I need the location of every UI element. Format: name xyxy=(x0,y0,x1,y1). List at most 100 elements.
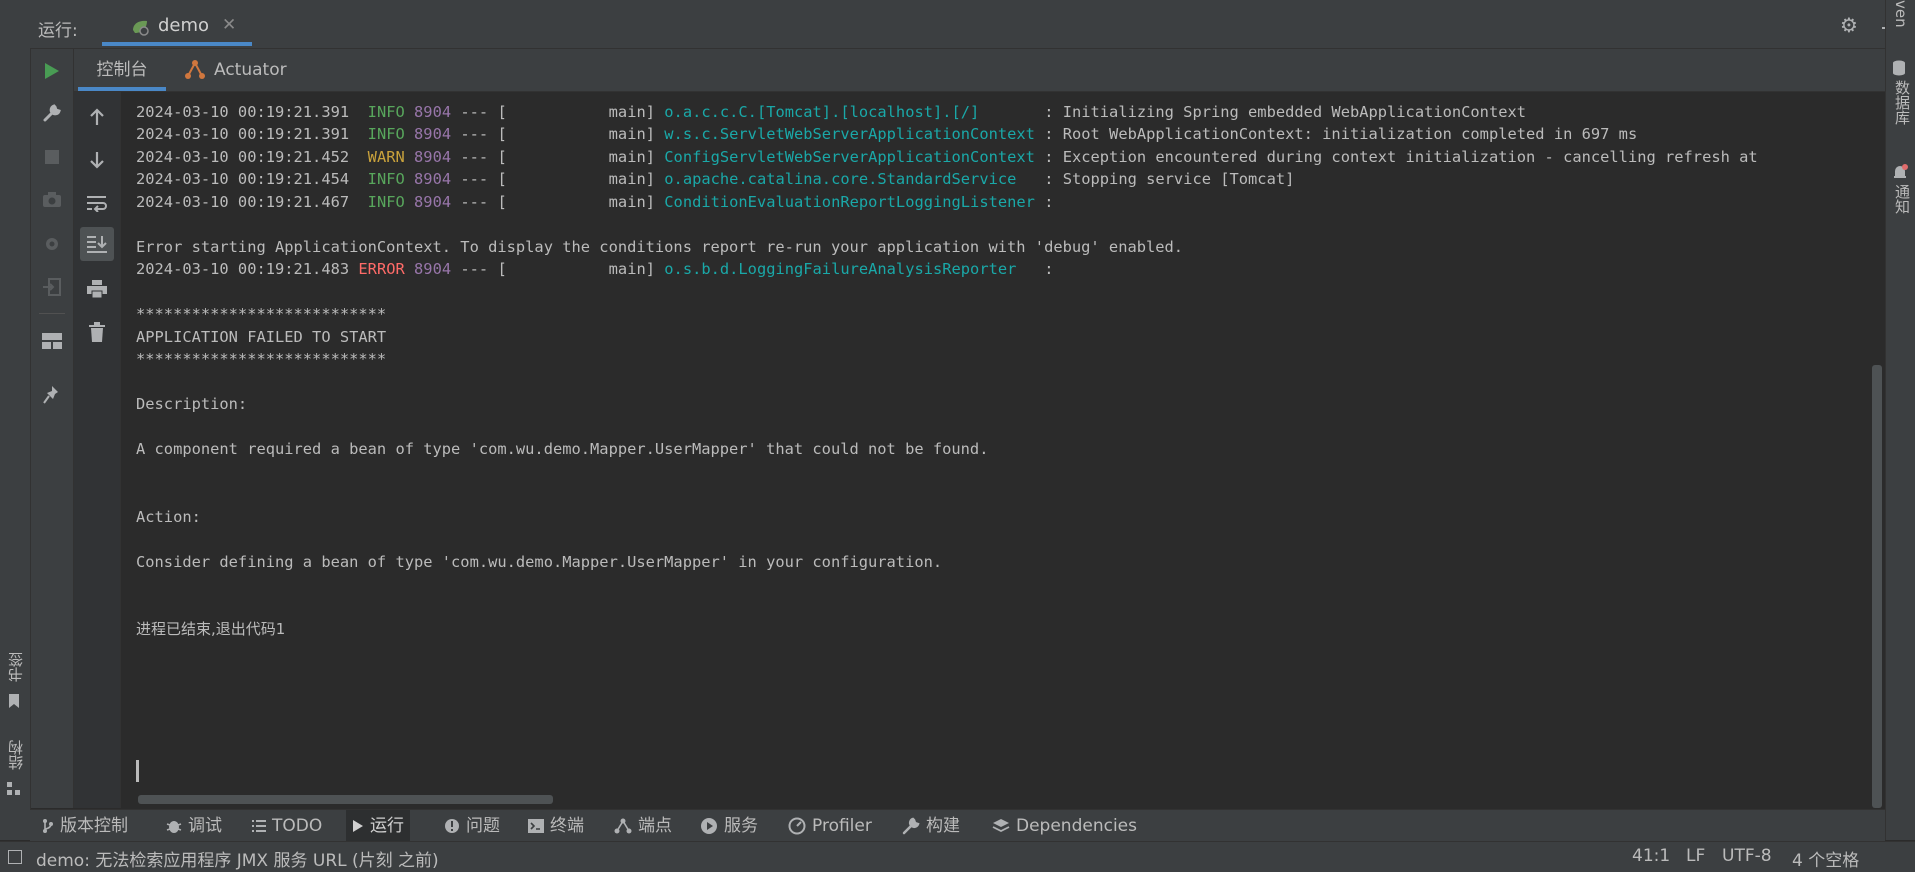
bug-icon xyxy=(166,821,182,833)
database-tab[interactable]: 数据库 xyxy=(1890,58,1914,138)
tool-terminal[interactable]: 终端 xyxy=(522,810,590,842)
settings-bug-icon xyxy=(46,238,58,250)
soft-wrap-icon xyxy=(87,196,107,212)
maven-tab-label: ven xyxy=(1892,0,1910,28)
services-icon xyxy=(701,818,717,834)
clear-all-button[interactable] xyxy=(85,320,109,344)
exit-code-line: 进程已结束,退出代码1 xyxy=(136,620,286,638)
toolbar-divider xyxy=(39,313,65,314)
console-toolbar xyxy=(74,92,121,808)
scroll-to-end-button[interactable] xyxy=(80,227,114,261)
tool-problems[interactable]: 问题 xyxy=(438,810,506,842)
exit-icon xyxy=(43,278,61,296)
dependencies-icon xyxy=(992,819,1010,833)
log-line: 2024-03-10 00:19:21.391 INFO 8904 --- [ … xyxy=(136,103,1527,121)
scroll-to-end-icon xyxy=(87,236,107,253)
tab-console[interactable]: 控制台 xyxy=(78,49,166,91)
stop-icon xyxy=(45,150,59,164)
notifications-tab[interactable]: 通知 xyxy=(1890,162,1914,232)
right-tool-stripe: ven 数据库 通知 xyxy=(1885,0,1915,840)
tool-build[interactable]: 构建 xyxy=(896,810,966,842)
log-line: 2024-03-10 00:19:21.454 INFO 8904 --- [ … xyxy=(136,170,1295,188)
actuator-icon xyxy=(185,60,205,79)
bookmarks-tab-label: 书签 xyxy=(7,652,25,682)
tool-services[interactable]: 服务 xyxy=(694,810,764,842)
tool-debug[interactable]: 调试 xyxy=(160,810,228,842)
layout-button[interactable] xyxy=(40,329,64,353)
indent-setting[interactable]: 4 个空格 xyxy=(1792,846,1859,871)
gear-icon[interactable]: ⚙ xyxy=(1838,14,1860,36)
log-line-error: 2024-03-10 00:19:21.483 ERROR 8904 --- [… xyxy=(136,260,1054,278)
stars-line: *************************** xyxy=(136,350,387,368)
tab-selected-indicator xyxy=(102,42,252,46)
tab-actuator[interactable]: Actuator xyxy=(184,49,304,91)
screenshot-button[interactable] xyxy=(40,188,64,212)
description-text: A component required a bean of type 'com… xyxy=(136,440,989,458)
tool-run[interactable]: 运行 xyxy=(346,810,410,842)
list-icon xyxy=(252,820,266,832)
toggle-tool-windows-icon[interactable] xyxy=(8,850,22,864)
maven-tab[interactable]: ven xyxy=(1890,0,1914,40)
tool-version-control[interactable]: 版本控制 xyxy=(36,810,134,842)
run-icon xyxy=(45,63,59,79)
structure-tab-label: 结构 xyxy=(7,740,25,770)
description-label: Description: xyxy=(136,395,248,413)
run-toolbar xyxy=(31,49,74,808)
file-encoding[interactable]: UTF-8 xyxy=(1722,846,1772,866)
caret-position[interactable]: 41:1 xyxy=(1632,846,1670,866)
tool-endpoints[interactable]: 端点 xyxy=(608,810,678,842)
failed-line: APPLICATION FAILED TO START xyxy=(136,328,387,346)
pin-button[interactable] xyxy=(40,383,64,407)
line-separator[interactable]: LF xyxy=(1686,846,1705,866)
notifications-tab-label: 通知 xyxy=(1893,184,1911,214)
console-output[interactable]: 2024-03-10 00:19:21.391 INFO 8904 --- [ … xyxy=(121,92,1864,808)
tab-demo[interactable]: demo ✕ xyxy=(102,4,252,48)
error-starting-line: Error starting ApplicationContext. To di… xyxy=(136,238,1184,256)
stars-line: *************************** xyxy=(136,305,387,323)
structure-tab[interactable]: 结构 xyxy=(0,732,30,802)
stop-button[interactable] xyxy=(40,145,64,169)
tab-console-label: 控制台 xyxy=(96,60,148,80)
text-caret xyxy=(136,760,139,782)
scroll-down-button[interactable] xyxy=(85,148,109,172)
exit-button[interactable] xyxy=(40,275,64,299)
structure-icon xyxy=(7,782,20,795)
modify-config-button[interactable] xyxy=(40,101,64,125)
vertical-scrollbar[interactable] xyxy=(1872,365,1882,808)
bell-icon xyxy=(1894,164,1908,178)
tab-actuator-label: Actuator xyxy=(214,60,287,80)
camera-icon xyxy=(43,192,61,207)
problems-icon xyxy=(445,819,459,833)
spring-boot-run-icon xyxy=(133,20,149,36)
soft-wrap-button[interactable] xyxy=(85,191,109,215)
left-tool-stripe: 书签 结构 xyxy=(0,4,31,840)
tool-dependencies[interactable]: Dependencies xyxy=(986,810,1143,842)
branch-icon xyxy=(43,819,53,833)
print-button[interactable] xyxy=(85,277,109,301)
tab-demo-label: demo xyxy=(158,15,210,36)
status-message[interactable]: demo: 无法检索应用程序 JMX 服务 URL (片刻 之前) xyxy=(36,846,439,871)
debug-settings-button[interactable] xyxy=(40,232,64,256)
scroll-up-button[interactable] xyxy=(85,105,109,129)
tool-profiler[interactable]: Profiler xyxy=(782,810,878,842)
pin-icon xyxy=(43,386,58,404)
arrow-up-icon xyxy=(90,108,104,125)
wrench-icon xyxy=(43,104,61,122)
database-tab-label: 数据库 xyxy=(1893,80,1911,125)
run-label: 运行: xyxy=(38,21,78,41)
endpoints-icon xyxy=(614,818,632,834)
horizontal-scrollbar[interactable] xyxy=(138,795,553,804)
log-line: 2024-03-10 00:19:21.467 INFO 8904 --- [ … xyxy=(136,193,1054,211)
run-icon xyxy=(353,820,363,832)
close-icon[interactable]: ✕ xyxy=(222,15,236,35)
action-text: Consider defining a bean of type 'com.wu… xyxy=(136,553,943,571)
terminal-icon xyxy=(528,819,544,833)
rerun-button[interactable] xyxy=(40,59,64,83)
log-line: 2024-03-10 00:19:21.452 WARN 8904 --- [ … xyxy=(136,148,1758,166)
tool-todo[interactable]: TODO xyxy=(246,810,328,842)
layout-icon xyxy=(42,333,62,349)
profiler-icon xyxy=(788,817,806,835)
database-icon xyxy=(1893,60,1905,76)
trash-icon xyxy=(89,322,105,342)
bookmarks-tab[interactable]: 书签 xyxy=(0,644,30,714)
